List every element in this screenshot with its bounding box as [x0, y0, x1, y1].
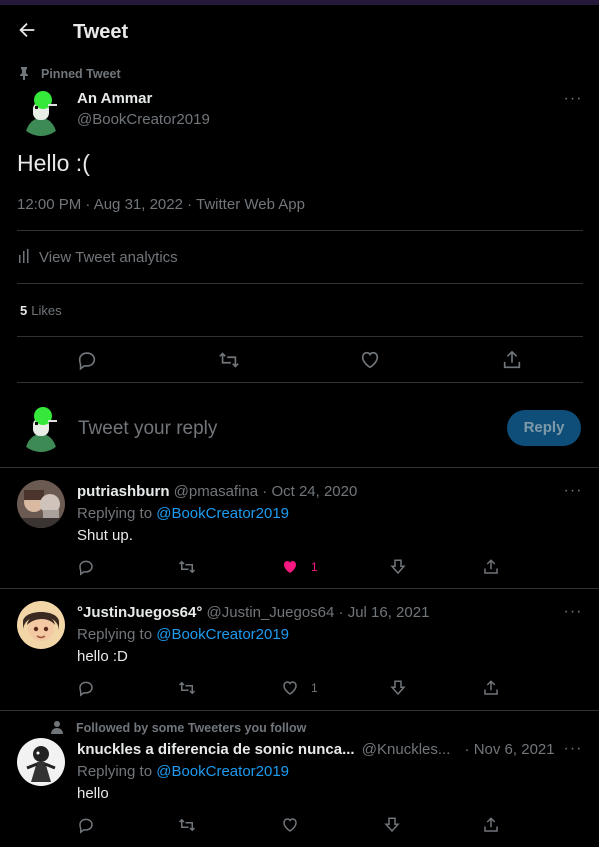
reply-icon[interactable]: [76, 349, 98, 371]
tweet-text: Hello :(: [17, 150, 90, 176]
likes-count: 5: [20, 303, 28, 318]
retweet-icon[interactable]: [178, 679, 196, 697]
reply-header: putriashburn @pmasafina · Oct 24, 2020: [77, 483, 357, 500]
reply-author-name[interactable]: °JustinJuegos64°: [77, 604, 202, 621]
reply-avatar[interactable]: [17, 480, 65, 528]
replying-to-prefix: Replying to: [77, 763, 153, 780]
reply-tweet[interactable]: °JustinJuegos64° @Justin_Juegos64 · Jul …: [0, 589, 599, 709]
downvote-icon[interactable]: [383, 816, 401, 834]
analytics-icon: [17, 249, 33, 263]
liked-heart-icon[interactable]: [281, 558, 299, 576]
view-analytics-link[interactable]: View Tweet analytics: [17, 249, 178, 266]
replying-to: Replying to @BookCreator2019: [77, 626, 289, 643]
replying-to-link[interactable]: @BookCreator2019: [156, 505, 289, 522]
reply-tweet[interactable]: putriashburn @pmasafina · Oct 24, 2020 ·…: [0, 468, 599, 588]
replying-to-link[interactable]: @BookCreator2019: [156, 763, 289, 780]
like-icon[interactable]: [281, 679, 299, 697]
reply-text: hello: [77, 785, 109, 802]
person-icon: [50, 720, 64, 734]
reply-author-name[interactable]: knuckles a diferencia de sonic nunca...: [77, 741, 355, 758]
reply-author-handle[interactable]: @Justin_Juegos64: [207, 604, 335, 621]
reply-tweet[interactable]: Followed by some Tweeters you follow knu…: [0, 711, 599, 847]
like-count: 1: [311, 681, 318, 695]
header: Tweet: [0, 5, 599, 57]
author-handle[interactable]: @BookCreator2019: [77, 111, 210, 128]
share-icon[interactable]: [501, 349, 523, 371]
back-arrow-icon[interactable]: [16, 19, 38, 41]
tweet-meta: 12:00 PM · Aug 31, 2022 · Twitter Web Ap…: [17, 196, 305, 213]
social-context-text: Followed by some Tweeters you follow: [76, 721, 307, 735]
share-icon[interactable]: [482, 679, 500, 697]
reply-date[interactable]: · Nov 6, 2021: [465, 741, 555, 758]
retweet-icon[interactable]: [218, 349, 240, 371]
likes-label: Likes: [31, 303, 62, 318]
reply-header: °JustinJuegos64° @Justin_Juegos64 · Jul …: [77, 604, 429, 621]
reply-icon[interactable]: [77, 679, 95, 697]
reply-author-handle[interactable]: @Knuckles...: [362, 741, 451, 758]
reply-author-name[interactable]: putriashburn: [77, 483, 170, 500]
reply-icon[interactable]: [77, 558, 95, 576]
reply-input[interactable]: Tweet your reply: [78, 418, 217, 440]
like-icon[interactable]: [281, 816, 299, 834]
divider: [17, 336, 583, 337]
more-options-icon[interactable]: ···: [563, 741, 583, 764]
replying-to-prefix: Replying to: [77, 626, 153, 643]
retweet-icon[interactable]: [178, 558, 196, 576]
reply-avatar[interactable]: [17, 601, 65, 649]
share-icon[interactable]: [482, 558, 500, 576]
reply-text: hello :D: [77, 648, 128, 665]
downvote-icon[interactable]: [389, 558, 407, 576]
reply-date[interactable]: · Jul 16, 2021: [339, 604, 430, 621]
replying-to: Replying to @BookCreator2019: [77, 505, 289, 522]
divider: [17, 230, 583, 231]
reply-text: Shut up.: [77, 527, 133, 544]
retweet-icon[interactable]: [178, 816, 196, 834]
compose-avatar: [17, 404, 65, 452]
reply-avatar[interactable]: [17, 738, 65, 786]
replying-to: Replying to @BookCreator2019: [77, 763, 289, 780]
like-count: 1: [311, 560, 318, 574]
likes-stat[interactable]: 5 Likes: [20, 303, 62, 318]
more-options-icon[interactable]: ···: [563, 604, 583, 627]
pinned-label: Pinned Tweet: [17, 66, 121, 81]
replying-to-prefix: Replying to: [77, 505, 153, 522]
reply-author-handle[interactable]: @pmasafina: [174, 483, 258, 500]
divider: [17, 382, 583, 383]
author-name[interactable]: An Ammar: [77, 90, 152, 107]
replying-to-link[interactable]: @BookCreator2019: [156, 626, 289, 643]
pinned-label-text: Pinned Tweet: [41, 67, 121, 81]
social-context: Followed by some Tweeters you follow: [50, 720, 306, 735]
reply-header: knuckles a diferencia de sonic nunca... …: [77, 741, 555, 758]
downvote-icon[interactable]: [389, 679, 407, 697]
more-options-icon[interactable]: ···: [563, 483, 583, 506]
analytics-label: View Tweet analytics: [39, 249, 178, 266]
divider: [17, 283, 583, 284]
like-icon[interactable]: [359, 349, 381, 371]
reply-icon[interactable]: [77, 816, 95, 834]
page-title: Tweet: [73, 21, 129, 43]
more-options-icon[interactable]: ···: [563, 91, 583, 114]
reply-button[interactable]: Reply: [507, 410, 581, 446]
author-avatar[interactable]: [17, 88, 65, 136]
share-icon[interactable]: [482, 816, 500, 834]
pin-icon: [17, 66, 31, 80]
reply-date[interactable]: · Oct 24, 2020: [262, 483, 357, 500]
